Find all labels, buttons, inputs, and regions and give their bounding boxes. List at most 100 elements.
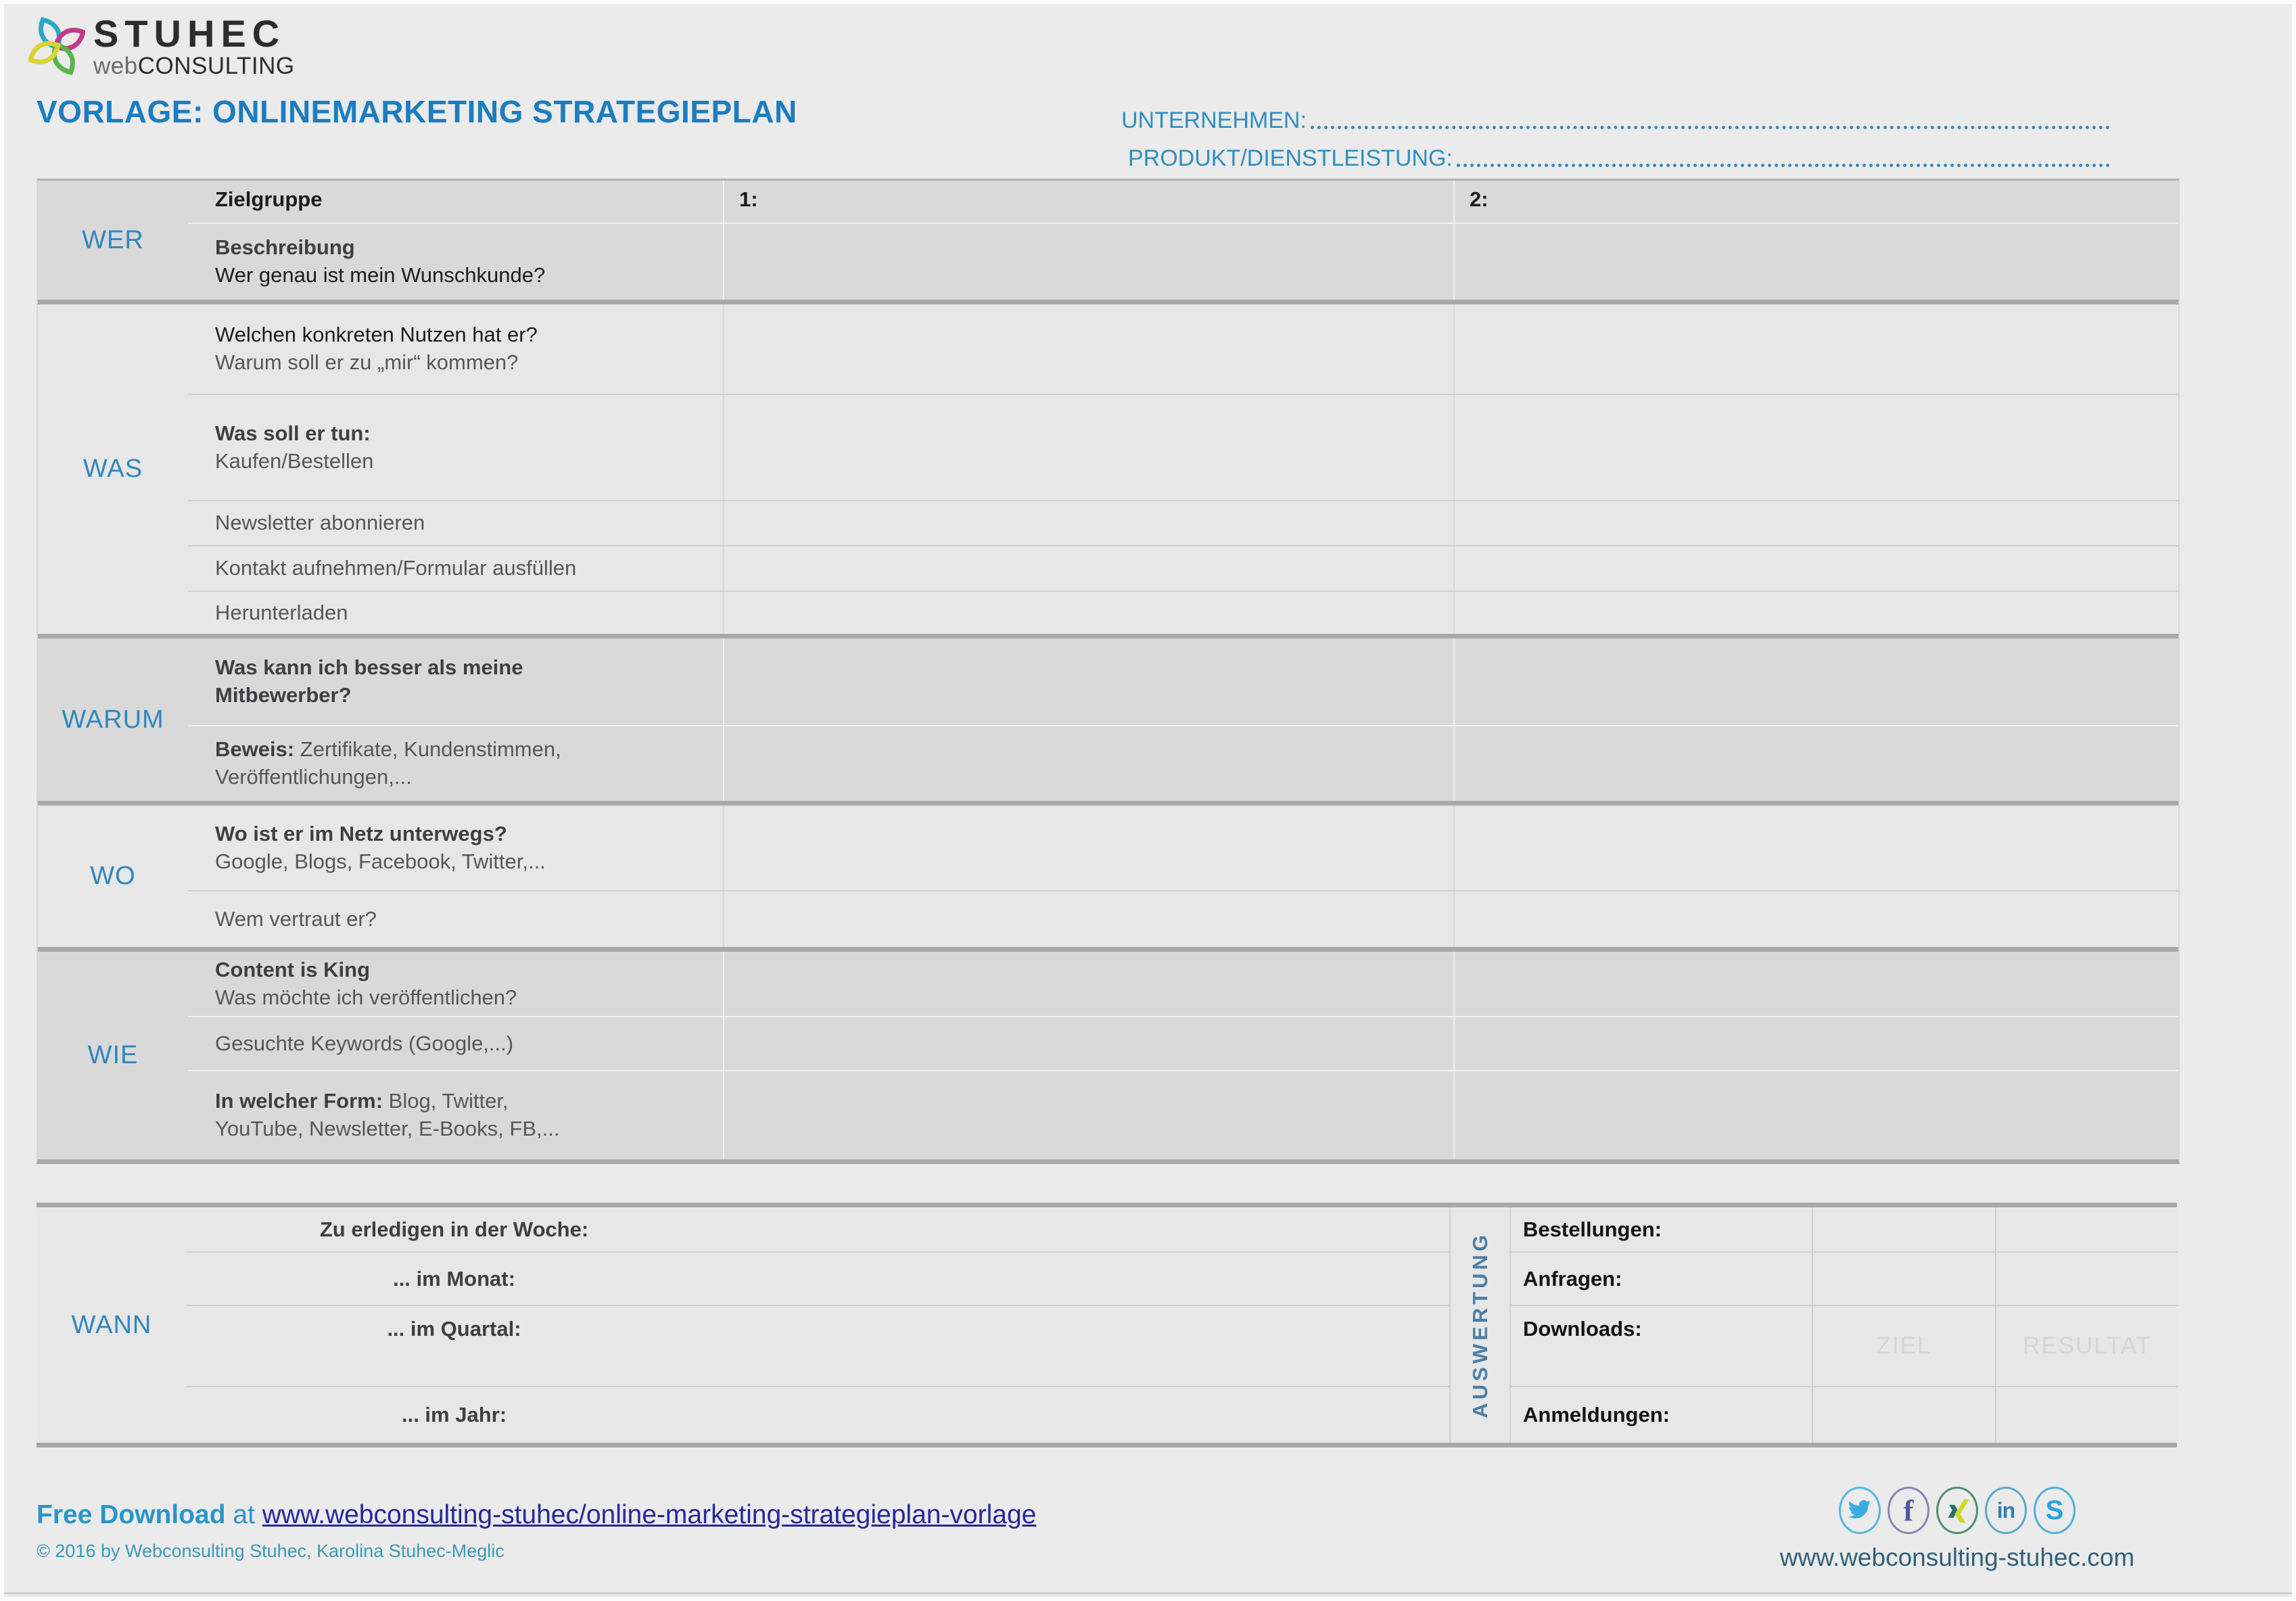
answer-cell[interactable] [723, 224, 1453, 300]
skype-icon[interactable]: S [2034, 1487, 2076, 1534]
answer-cell[interactable] [723, 726, 1453, 801]
answer-cell[interactable] [1453, 224, 2178, 300]
table-row: Was kann ich besser als meine Mitbewerbe… [188, 639, 2178, 725]
answer-cell[interactable] [723, 501, 1453, 545]
monat-label: ... im Monat: [187, 1267, 722, 1291]
content-label: Content is King [215, 956, 707, 984]
answer-cell[interactable] [723, 304, 1453, 394]
kontakt-item: Kontakt aufnehmen/Formular ausfüllen [215, 555, 707, 582]
bestellungen-label: Bestellungen: [1509, 1207, 1812, 1251]
answer-cell[interactable] [1453, 1071, 2178, 1159]
section-label-wann: WANN [37, 1207, 187, 1443]
answer-cell[interactable] [723, 1017, 1453, 1070]
wann-rows: Zu erledigen in der Woche: ... im Monat:… [187, 1207, 1449, 1443]
table-row: Anmeldungen: [1509, 1386, 2178, 1443]
answer-cell[interactable] [1453, 501, 2178, 545]
tun-label: Was soll er tun: [215, 420, 707, 448]
answer-cell[interactable] [723, 547, 1453, 590]
nutzen-question: Welchen konkreten Nutzen hat er? [215, 321, 707, 349]
answer-cell[interactable] [723, 952, 1453, 1016]
copyright-text: © 2016 by Webconsulting Stuhec, Karolina… [37, 1541, 1036, 1562]
section-warum: WARUM Was kann ich besser als meine Mitb… [38, 634, 2178, 801]
answer-cell[interactable] [723, 1071, 1453, 1159]
table-row: Content is King Was möchte ich veröffent… [188, 952, 2178, 1016]
table-row: ... im Jahr: [187, 1386, 1449, 1443]
resultat-cell[interactable] [1995, 1253, 2178, 1305]
answer-cell[interactable] [1453, 952, 2178, 1016]
section-label-wo: WO [38, 806, 188, 947]
answer-cell[interactable] [1453, 592, 2178, 634]
nutzen-question2: Warum soll er zu „mir“ kommen? [215, 349, 707, 377]
table-row: Wo ist er im Netz unterwegs? Google, Blo… [188, 806, 2178, 890]
table-row: Kontakt aufnehmen/Formular ausfüllen [188, 545, 2178, 590]
ziel-cell[interactable] [1812, 1253, 1995, 1305]
ziel-cell[interactable] [1812, 1387, 1995, 1443]
answer-cell[interactable] [723, 639, 1453, 725]
twitter-icon[interactable] [1839, 1487, 1881, 1534]
answer-cell[interactable] [723, 891, 1453, 947]
product-field: PRODUKT/DIENSTLEISTUNG: [1121, 134, 2110, 172]
answer-cell[interactable] [1453, 726, 2178, 801]
social-icons: f in S [1761, 1487, 2153, 1534]
table-row: ... im Monat: [187, 1251, 1449, 1305]
logo-sphere-icon [28, 12, 85, 80]
answer-cell[interactable] [723, 395, 1453, 500]
strategieplan-template: STUHEC webCONSULTING VORLAGE: ONLINEMARK… [0, 0, 2296, 1601]
auswertung-column: AUSWERTUNG [1449, 1207, 1509, 1443]
table-row: Downloads: ZIEL RESULTAT [1509, 1305, 2178, 1386]
resultat-cell[interactable] [1995, 1387, 2178, 1443]
resultat-cell[interactable] [1995, 1207, 2178, 1251]
column2-header: 2: [1453, 181, 2178, 223]
answer-cell[interactable] [1453, 639, 2178, 725]
quartal-label: ... im Quartal: [187, 1306, 722, 1341]
table-row: Zu erledigen in der Woche: [187, 1207, 1449, 1251]
downloads-label: Downloads: [1509, 1306, 1812, 1386]
at-text: at [233, 1500, 262, 1529]
logo-sub-text: webCONSULTING [93, 54, 295, 78]
table-row: Herunterladen [188, 590, 2178, 634]
column1-header: 1: [723, 181, 1453, 223]
wann-auswertung-table: WANN Zu erledigen in der Woche: ... im M… [37, 1203, 2177, 1447]
section-label-warum: WARUM [38, 639, 188, 801]
beschreibung-label: Beschreibung [215, 234, 707, 262]
answer-cell[interactable] [723, 592, 1453, 634]
section-was: WAS Welchen konkreten Nutzen hat er? War… [38, 300, 2178, 634]
table-row: Newsletter abonnieren [188, 500, 2178, 545]
answer-cell[interactable] [1453, 395, 2178, 500]
answer-cell[interactable] [723, 806, 1453, 890]
free-download-label: Free Download [37, 1500, 226, 1529]
table-row: ... im Quartal: [187, 1305, 1449, 1386]
anmeldungen-label: Anmeldungen: [1509, 1387, 1812, 1443]
fillin-fields: UNTERNEHMEN: PRODUKT/DIENSTLEISTUNG: [1121, 96, 2110, 172]
content-question: Was möchte ich veröffentlichen? [215, 984, 707, 1012]
product-label: PRODUKT/DIENSTLEISTUNG: [1128, 145, 1453, 172]
answer-cell[interactable] [1453, 547, 2178, 590]
answer-cell[interactable] [1453, 1017, 2178, 1070]
netz-question: Wo ist er im Netz unterwegs? [215, 820, 707, 848]
download-link[interactable]: www.webconsulting-stuhec/online-marketin… [262, 1500, 1037, 1529]
xing-icon[interactable] [1936, 1487, 1978, 1534]
table-row: Wem vertraut er? [188, 890, 2178, 947]
ziel-cell[interactable] [1812, 1207, 1995, 1251]
table-row: Anfragen: [1509, 1251, 2178, 1305]
section-wer: WER Zielgruppe 1: 2: Beschreibung Wer ge… [38, 181, 2178, 300]
herunterladen-item: Herunterladen [215, 599, 707, 627]
table-row: Beschreibung Wer genau ist mein Wunschku… [188, 223, 2178, 300]
zielgruppe-header: Zielgruppe [188, 181, 723, 223]
page-title: VORLAGE: ONLINEMARKETING STRATEGIEPLAN [37, 93, 797, 130]
section-label-was: WAS [38, 304, 188, 634]
linkedin-icon[interactable]: in [1985, 1487, 2027, 1534]
website-text[interactable]: www.webconsulting-stuhec.com [1761, 1544, 2153, 1572]
company-field: UNTERNEHMEN: [1121, 96, 2110, 134]
besser-question: Was kann ich besser als meine Mitbewerbe… [215, 654, 634, 710]
resultat-watermark: RESULTAT [1995, 1306, 2178, 1386]
table-row: In welcher Form: Blog, Twitter, YouTube,… [188, 1070, 2178, 1159]
answer-cell[interactable] [1453, 304, 2178, 394]
ziel-watermark: ZIEL [1812, 1306, 1995, 1386]
newsletter-item: Newsletter abonnieren [215, 509, 707, 537]
product-dotted-line [1457, 164, 2110, 167]
answer-cell[interactable] [1453, 891, 2178, 947]
facebook-icon[interactable]: f [1888, 1487, 1929, 1534]
answer-cell[interactable] [1453, 806, 2178, 890]
section-label-wie: WIE [38, 952, 188, 1159]
